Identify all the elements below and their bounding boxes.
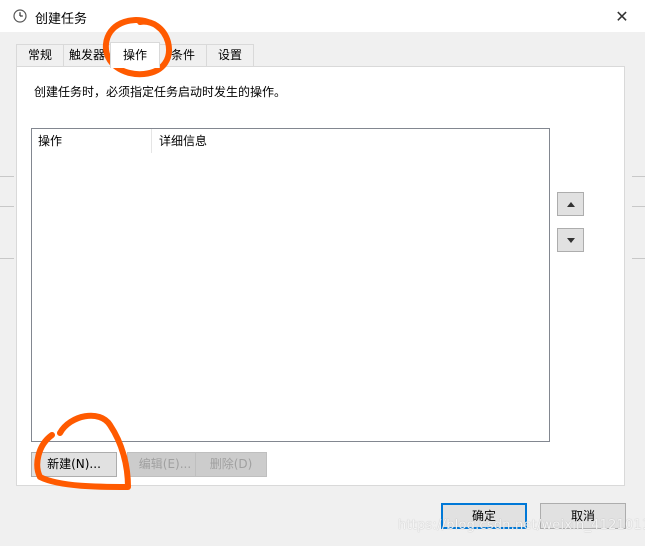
background-window-edge: [632, 258, 645, 259]
tab-conditions[interactable]: 条件: [159, 44, 207, 67]
window-title: 创建任务: [35, 12, 88, 27]
tab-settings[interactable]: 设置: [206, 44, 254, 67]
tab-label: 操作: [122, 48, 147, 62]
close-button[interactable]: ✕: [599, 0, 645, 32]
create-task-dialog: 创建任务 ✕ 常规 触发器 操作 条件 设置 创建任务时，必须指定任务启动时发生…: [0, 0, 645, 546]
background-window-edge: [632, 176, 645, 177]
new-action-button[interactable]: 新建(N)...: [31, 452, 117, 477]
close-icon: ✕: [615, 6, 629, 26]
move-down-button[interactable]: [557, 228, 584, 252]
tab-label: 常规: [27, 48, 52, 62]
tab-label: 设置: [217, 48, 242, 62]
move-up-button[interactable]: [557, 192, 584, 216]
actions-tab-panel: 创建任务时，必须指定任务启动时发生的操作。 操作 详细信息 新建(N)... 编…: [16, 66, 625, 486]
column-header-details[interactable]: 详细信息: [153, 129, 353, 153]
list-header: 操作 详细信息: [32, 129, 549, 153]
delete-action-button[interactable]: 删除(D): [195, 452, 267, 477]
triangle-down-icon: [566, 237, 575, 243]
watermark-text: https://blog.csdn.net/weixin_41210113: [398, 518, 645, 533]
title-bar: 创建任务 ✕: [0, 0, 645, 32]
tab-label: 触发器: [68, 48, 105, 62]
tab-triggers[interactable]: 触发器: [63, 44, 111, 67]
actions-list[interactable]: 操作 详细信息: [31, 128, 550, 442]
background-window-edge: [632, 206, 645, 207]
background-window-edge: [0, 176, 14, 177]
tab-actions[interactable]: 操作: [110, 42, 160, 68]
clock-icon: [13, 9, 27, 23]
edit-action-button[interactable]: 编辑(E)...: [127, 452, 203, 477]
column-header-action[interactable]: 操作: [32, 129, 152, 153]
panel-description: 创建任务时，必须指定任务启动时发生的操作。: [34, 85, 287, 99]
background-window-edge: [0, 206, 14, 207]
triangle-up-icon: [566, 201, 575, 207]
tab-general[interactable]: 常规: [16, 44, 64, 67]
background-window-edge: [0, 258, 14, 259]
tab-label: 条件: [170, 48, 195, 62]
